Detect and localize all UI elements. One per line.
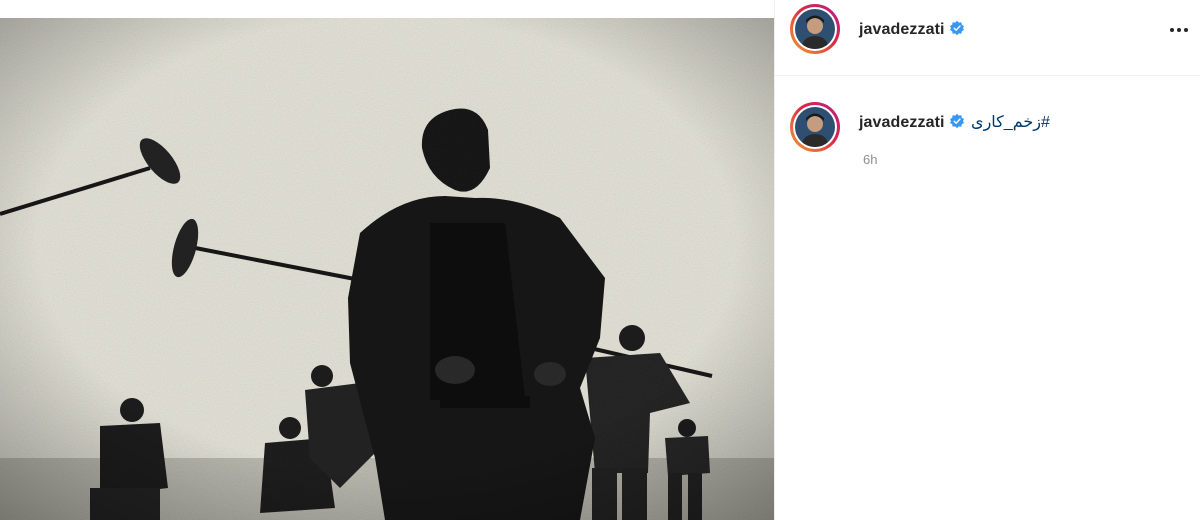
more-options-dot <box>1177 28 1181 32</box>
post-sidebar: javadezzati javadezzati #زخم_کاری 6h <box>775 0 1200 520</box>
caption: javadezzati #زخم_کاری 6h <box>775 98 1200 178</box>
more-options-button[interactable] <box>1164 18 1194 42</box>
caption-avatar[interactable] <box>790 102 840 152</box>
header-username-label[interactable]: javadezzati <box>859 21 945 38</box>
caption-hashtag-link[interactable]: #زخم_کاری <box>971 114 1050 131</box>
verified-badge-icon <box>949 113 964 129</box>
more-options-dot <box>1184 28 1188 32</box>
post-image[interactable] <box>0 18 774 520</box>
caption-text: javadezzati #زخم_کاری <box>859 112 1050 132</box>
more-options-icon <box>1170 28 1174 32</box>
avatar[interactable] <box>790 4 840 54</box>
post-header: javadezzati <box>775 0 1200 76</box>
caption-username[interactable]: javadezzati <box>859 114 945 131</box>
post-timestamp[interactable]: 6h <box>863 152 877 167</box>
header-username[interactable]: javadezzati <box>859 20 965 39</box>
verified-badge-icon <box>949 20 964 36</box>
